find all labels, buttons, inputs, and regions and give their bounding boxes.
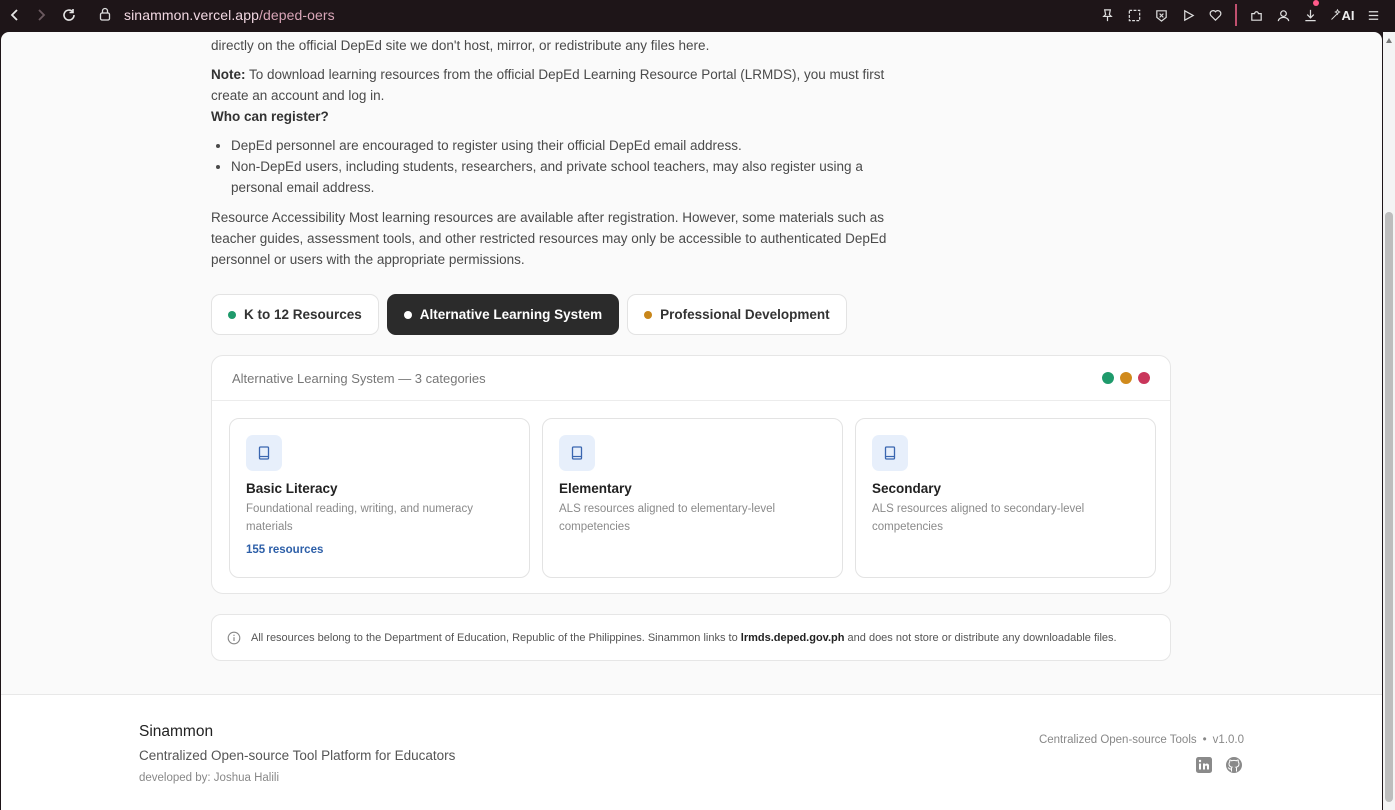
screenshot-icon[interactable] <box>1121 0 1148 30</box>
url-path: /deped-oers <box>258 7 335 23</box>
orange-dot <box>1120 372 1132 384</box>
linkedin-icon[interactable] <box>1194 755 1214 775</box>
green-dot <box>1102 372 1114 384</box>
resource-count: 155 resources <box>246 544 324 556</box>
magic-wand-icon <box>1330 9 1341 20</box>
play-icon[interactable] <box>1175 0 1202 30</box>
accessibility-paragraph: Resource Accessibility Most learning res… <box>211 210 887 267</box>
scroll-up-icon[interactable] <box>1386 38 1392 43</box>
category-card-elementary[interactable]: Elementary ALS resources aligned to elem… <box>542 418 843 578</box>
who-can-register-heading: Who can register? <box>211 109 329 124</box>
ai-assistant-button[interactable]: AI <box>1324 0 1360 30</box>
notice-text: All resources belong to the Department o… <box>251 632 1117 644</box>
card-title: Secondary <box>872 481 942 496</box>
book-icon <box>246 435 282 471</box>
footer-version: v1.0.0 <box>1212 734 1244 746</box>
note-text: To download learning resources from the … <box>211 67 885 103</box>
footer-tagline: Centralized Open-source Tools <box>1038 734 1197 746</box>
footer-subtitle: Centralized Open-source Tool Platform fo… <box>139 748 456 763</box>
intro-paragraph: directly on the official DepEd site we d… <box>211 38 710 53</box>
forward-icon[interactable] <box>28 2 54 28</box>
card-title: Basic Literacy <box>246 481 338 496</box>
panel-dots <box>1102 372 1150 384</box>
scrollbar-thumb[interactable] <box>1385 212 1393 802</box>
extensions-icon[interactable] <box>1243 0 1270 30</box>
footer-bullet: • <box>1202 734 1207 746</box>
url-host: sinammon.vercel.app <box>124 7 259 23</box>
card-description: ALS resources aligned to elementary-leve… <box>559 503 776 533</box>
list-item: Non-DepEd users, including students, res… <box>231 156 891 198</box>
site-footer: Sinammon Centralized Open-source Tool Pl… <box>1 694 1382 810</box>
download-badge <box>1313 0 1319 6</box>
footer-developer: developed by: Joshua Halili <box>139 772 280 784</box>
notice-text-before: All resources belong to the Department o… <box>251 631 741 644</box>
github-icon[interactable] <box>1224 755 1244 775</box>
adblock-icon[interactable] <box>1148 0 1175 30</box>
book-icon <box>559 435 595 471</box>
note-label: Note: <box>211 67 246 82</box>
toolbar-separator <box>1235 4 1237 26</box>
address-bar[interactable]: sinammon.vercel.app/deped-oers <box>90 7 335 24</box>
pin-icon[interactable] <box>1094 0 1121 30</box>
category-card-secondary[interactable]: Secondary ALS resources aligned to secon… <box>855 418 1156 578</box>
tab-label: Alternative Learning System <box>419 307 603 322</box>
panel-header: Alternative Learning System — 3 categori… <box>212 356 1170 401</box>
tab-label: K to 12 Resources <box>244 307 362 322</box>
red-dot <box>1138 372 1150 384</box>
tab-dot <box>644 310 653 319</box>
tab-dot <box>228 310 236 319</box>
heart-icon[interactable] <box>1202 0 1229 30</box>
panel-title: Alternative Learning System — 3 categori… <box>232 370 486 386</box>
notice-text-after: and does not store or distribute any dow… <box>844 631 1117 644</box>
footer-brand: Sinammon <box>139 723 214 740</box>
back-icon[interactable] <box>2 2 28 28</box>
category-panel: Alternative Learning System — 3 categori… <box>211 355 1171 594</box>
info-icon <box>227 631 241 644</box>
tab-dot <box>403 310 412 319</box>
footer-social-links <box>1194 755 1244 775</box>
browser-toolbar: sinammon.vercel.app/deped-oers AI <box>0 0 1395 30</box>
tab-professional-development[interactable]: Professional Development <box>627 294 847 335</box>
card-description: ALS resources aligned to secondary-level… <box>872 503 1085 533</box>
profile-icon[interactable] <box>1270 0 1297 30</box>
card-title: Elementary <box>559 481 632 496</box>
tab-k-to-12-resources[interactable]: K to 12 Resources <box>211 294 379 335</box>
url-text: sinammon.vercel.app/deped-oers <box>124 7 335 23</box>
tab-alternative-learning-system[interactable]: Alternative Learning System <box>386 294 620 335</box>
lock-icon <box>98 7 112 24</box>
category-card-basic-literacy[interactable]: Basic Literacy Foundational reading, wri… <box>229 418 530 578</box>
register-list: DepEd personnel are encouraged to regist… <box>231 135 891 198</box>
list-item: DepEd personnel are encouraged to regist… <box>231 135 891 156</box>
resource-tabs: K to 12 Resources Alternative Learning S… <box>211 294 847 335</box>
category-cards: Basic Literacy Foundational reading, wri… <box>229 418 1156 578</box>
ai-label: AI <box>1341 7 1355 23</box>
download-icon[interactable] <box>1297 0 1324 30</box>
footer-version-line: Centralized Open-source Tools • v1.0.0 <box>1039 734 1244 746</box>
note-paragraph: Note: To download learning resources fro… <box>211 64 901 106</box>
lrmds-link[interactable]: lrmds.deped.gov.ph <box>741 632 845 644</box>
page-scrollbar[interactable] <box>1383 32 1395 810</box>
tab-label: Professional Development <box>660 307 830 322</box>
card-description: Foundational reading, writing, and numer… <box>246 503 473 533</box>
menu-icon[interactable] <box>1360 0 1387 30</box>
page-viewport: directly on the official DepEd site we d… <box>1 32 1382 810</box>
reload-icon[interactable] <box>56 2 82 28</box>
disclaimer-notice: All resources belong to the Department o… <box>211 614 1171 661</box>
book-icon <box>872 435 908 471</box>
